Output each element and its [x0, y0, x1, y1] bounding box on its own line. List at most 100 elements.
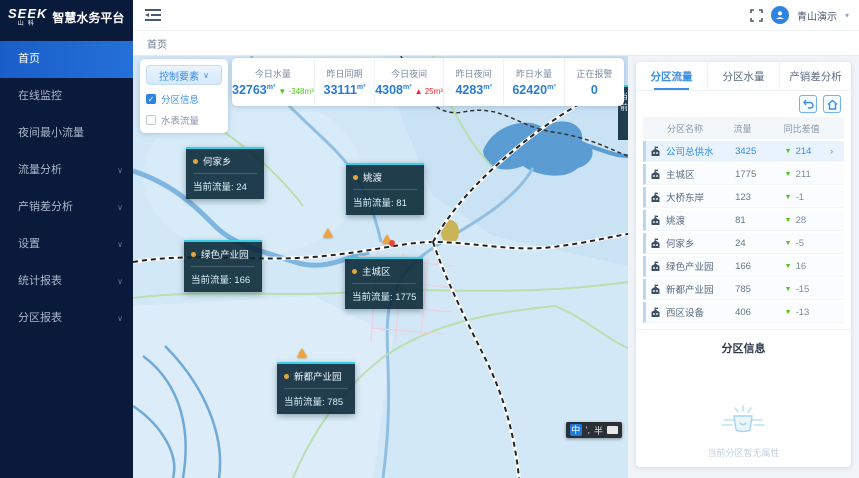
zone-tooltip[interactable]: 绿色产业园 当前流量: 166	[184, 240, 262, 292]
zone-row-name: 何家乡	[666, 236, 695, 250]
table-row[interactable]: 姚渡 81 ▼ 28 ›	[643, 210, 844, 231]
sidebar-item[interactable]: 产销差分析 ∨	[0, 189, 133, 226]
logo-sub-text: 山科	[8, 21, 47, 27]
trend-down-icon: ▼	[785, 240, 792, 247]
stat-delta: ▼ -348m³	[278, 87, 314, 96]
zone-row-diff-value: -1	[796, 192, 804, 203]
stat-item: 今日夜间 4308m³▲ 25m³	[375, 58, 444, 106]
zone-info-section: 分区信息 当前分区暂无属性	[636, 329, 851, 467]
zone-row-name: 公司总供水	[666, 144, 714, 158]
user-dropdown-caret-icon[interactable]: ▾	[845, 11, 849, 20]
layer-checkbox-label: 水表流量	[161, 113, 199, 127]
sidebar-item[interactable]: 首页 ∨	[0, 41, 133, 78]
panel-tab-label: 分区流量	[651, 69, 693, 84]
zone-flow-label: 当前流量:	[193, 182, 234, 193]
zone-dot-icon	[284, 374, 289, 379]
stat-value: 4283	[455, 83, 483, 97]
zone-row-diff-value: 211	[796, 169, 811, 180]
zone-tooltip[interactable]: 新都产业园 当前流量: 785	[277, 362, 355, 414]
sidebar-item[interactable]: 夜间最小流量 ∨	[0, 115, 133, 152]
table-row[interactable]: 公司总供水 3425 ▼ 214 ›	[643, 141, 844, 162]
zone-row-name: 西区设备	[666, 305, 704, 319]
home-button[interactable]	[823, 95, 841, 113]
stats-card: 今日水量 32763m³▼ -348m³ 昨日同期 33111m³	[232, 58, 624, 106]
table-row[interactable]: 绿色产业园 166 ▼ 16 ›	[643, 256, 844, 277]
stat-unit: m³	[403, 84, 412, 91]
zone-flow-label: 当前流量:	[353, 198, 394, 209]
building-icon	[650, 169, 661, 180]
table-row[interactable]: 何家乡 24 ▼ -5 ›	[643, 233, 844, 254]
zone-row-diff-value: -13	[796, 307, 810, 318]
zone-name: 何家乡	[203, 154, 232, 168]
trend-arrow-icon: ▲	[415, 87, 423, 96]
zone-name: 姚渡	[363, 170, 382, 184]
sidebar-item[interactable]: 在线监控 ∨	[0, 78, 133, 115]
zone-row-flow: 166	[735, 261, 779, 272]
zone-tooltip[interactable]: 姚渡 当前流量: 81	[346, 163, 424, 215]
ime-language-toggle[interactable]: 中	[570, 424, 582, 436]
panel-tab-label: 产销差分析	[789, 69, 842, 84]
stat-value-row: 33111m³	[324, 83, 366, 97]
chevron-down-icon: ∨	[117, 300, 123, 337]
user-icon	[775, 10, 785, 20]
table-header: 分区名称 流量 同比差值	[643, 117, 844, 139]
stat-label: 昨日水量	[516, 67, 552, 80]
stat-value-row: 62420m³	[512, 83, 555, 97]
panel-tab[interactable]: 分区水量	[708, 62, 780, 90]
table-row[interactable]: 大桥东岸 123 ▼ -1 ›	[643, 187, 844, 208]
collapse-sidebar-icon[interactable]	[145, 8, 161, 22]
undo-icon	[803, 99, 814, 109]
checkbox-icon[interactable]	[146, 115, 156, 125]
stat-value-row: 32763m³▼ -348m³	[232, 83, 314, 97]
building-icon	[650, 192, 661, 203]
panel-tab[interactable]: 分区流量	[636, 62, 708, 90]
map-canvas[interactable]: 控制要素 ∨ ✓ 分区信息 水表流量	[133, 56, 628, 478]
empty-state: 当前分区暂无属性	[707, 404, 779, 459]
right-panel: 分区流量 分区水量 产销差分析	[628, 56, 859, 478]
layer-dropdown-label: 控制要素	[159, 68, 199, 83]
table-row[interactable]: 主城区 1775 ▼ 211 ›	[643, 164, 844, 185]
fullscreen-icon[interactable]	[750, 9, 763, 22]
building-icon	[650, 215, 661, 226]
zone-row-diff: ▼ -1	[779, 192, 830, 203]
layer-checkbox-row[interactable]: ✓ 分区信息	[146, 92, 222, 106]
empty-state-text: 当前分区暂无属性	[707, 446, 779, 459]
stat-value: 33111	[324, 83, 357, 97]
zone-row-name: 大桥东岸	[666, 190, 704, 204]
ime-keyboard-icon[interactable]	[607, 426, 618, 434]
zone-name: 绿色产业园	[201, 247, 249, 261]
ime-width-toggle[interactable]: 半	[594, 424, 603, 437]
sidebar-item-label: 设置	[18, 238, 40, 250]
zone-flow-value: 81	[396, 198, 407, 209]
zone-row-diff: ▼ -13	[779, 307, 830, 318]
zone-flow-value: 1775	[395, 292, 416, 303]
table-row[interactable]: 新都产业园 785 ▼ -15 ›	[643, 279, 844, 300]
ime-punctuation-toggle[interactable]: ',	[586, 425, 590, 435]
layer-checkbox-row[interactable]: 水表流量	[146, 113, 222, 127]
zone-flow-row: 当前流量: 1775	[352, 289, 416, 303]
sidebar-item[interactable]: 统计报表 ∨	[0, 263, 133, 300]
checkbox-icon[interactable]: ✓	[146, 94, 156, 104]
undo-button[interactable]	[799, 95, 817, 113]
sidebar-item[interactable]: 分区报表 ∨	[0, 300, 133, 337]
row-name-cell: 西区设备	[646, 305, 735, 319]
stat-item: 今日水量 32763m³▼ -348m³	[232, 58, 315, 106]
panel-tab[interactable]: 产销差分析	[780, 62, 851, 90]
zone-tooltip[interactable]: 何家乡 当前流量: 24	[186, 147, 264, 199]
table-row[interactable]: 西区设备 406 ▼ -13 ›	[643, 302, 844, 323]
zone-tooltip[interactable]: 主城区 当前流量: 1775	[345, 257, 423, 309]
zone-flow-row: 当前流量: 785	[284, 394, 348, 408]
zone-row-name: 姚渡	[666, 213, 685, 227]
chevron-down-icon: ∨	[117, 189, 123, 226]
sidebar-item-label: 统计报表	[18, 275, 62, 287]
flow-arrow-marker[interactable]	[297, 348, 307, 357]
username[interactable]: 青山演示	[797, 8, 837, 23]
avatar[interactable]	[771, 6, 789, 24]
sidebar-item[interactable]: 流量分析 ∨	[0, 152, 133, 189]
layer-dropdown-button[interactable]: 控制要素 ∨	[146, 65, 222, 85]
flow-arrow-marker[interactable]	[323, 228, 333, 237]
sidebar-item[interactable]: 设置 ∨	[0, 226, 133, 263]
breadcrumb[interactable]: 首页	[147, 36, 167, 51]
trend-arrow-icon: ▼	[278, 87, 286, 96]
zone-flow-label: 当前流量:	[352, 292, 393, 303]
